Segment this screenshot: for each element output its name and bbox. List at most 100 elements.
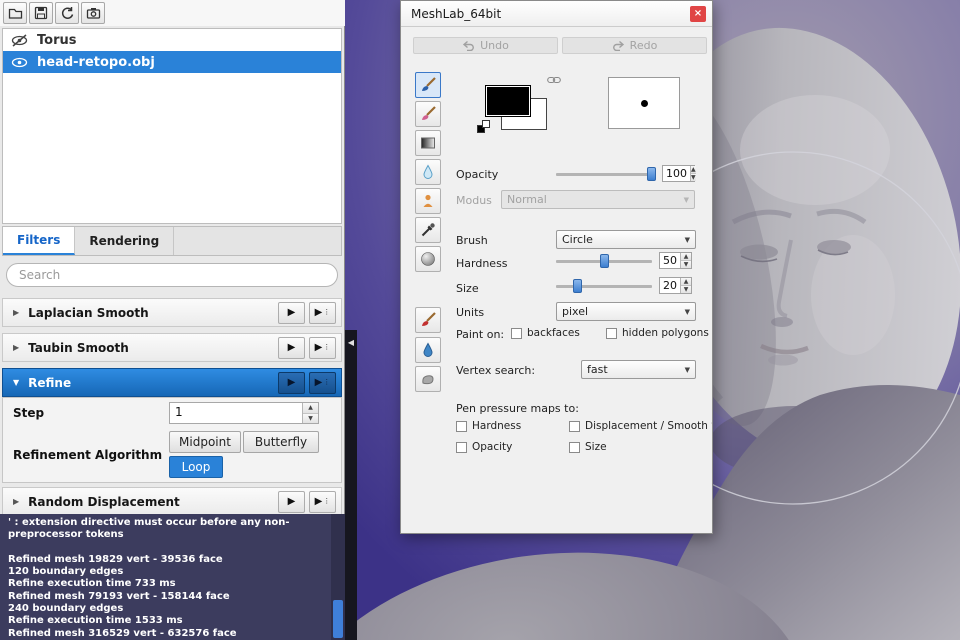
run-filter-options-button[interactable]: ▶ ⋮ xyxy=(309,336,336,359)
pen-opacity-checkbox[interactable] xyxy=(456,442,467,453)
spin-down-icon[interactable]: ▼ xyxy=(681,285,691,293)
pen-displacement-checkbox[interactable] xyxy=(569,421,580,432)
run-filter-button[interactable]: ▶ xyxy=(278,371,305,394)
eye-visible-icon[interactable] xyxy=(11,56,28,69)
filter-item-laplacian-smooth[interactable]: ▶ Laplacian Smooth ▶ ▶ ⋮ xyxy=(2,298,342,327)
snapshot-button[interactable] xyxy=(81,2,105,24)
pen-size-checkbox-label[interactable]: Size xyxy=(585,441,607,453)
panel-splitter[interactable]: ◀ xyxy=(345,330,357,640)
spin-up-icon[interactable]: ▲ xyxy=(681,253,691,260)
filter-item-random-displacement[interactable]: ▶ Random Displacement ▶ ▶ ⋮ xyxy=(2,487,342,516)
step-spinbox[interactable]: 1 ▲ ▼ xyxy=(169,402,319,424)
hidden-polygons-checkbox[interactable] xyxy=(606,328,617,339)
log-scrollbar[interactable] xyxy=(331,514,345,640)
layer-item-torus[interactable]: Torus xyxy=(3,29,341,51)
save-project-button[interactable] xyxy=(29,2,53,24)
run-filter-button[interactable]: ▶ xyxy=(278,301,305,324)
size-value[interactable]: 20 xyxy=(660,278,680,293)
run-filter-options-button[interactable]: ▶ ⋮ xyxy=(309,371,336,394)
tool-clone-smudge[interactable] xyxy=(415,366,441,392)
size-spinbox[interactable]: 20 ▲ ▼ xyxy=(659,277,692,294)
spin-up-icon[interactable]: ▲ xyxy=(303,403,318,413)
hardness-value[interactable]: 50 xyxy=(660,253,680,268)
spin-down-icon[interactable]: ▼ xyxy=(691,173,696,181)
algorithm-loop-button[interactable]: Loop xyxy=(169,456,223,478)
collapse-arrow-icon[interactable]: ▼ xyxy=(13,378,19,387)
hardness-label: Hardness xyxy=(456,257,508,270)
pen-hardness-checkbox[interactable] xyxy=(456,421,467,432)
tool-smooth-sphere[interactable] xyxy=(415,246,441,272)
eye-hidden-icon[interactable] xyxy=(11,33,28,47)
pen-hardness-checkbox-label[interactable]: Hardness xyxy=(472,420,521,432)
modus-dropdown[interactable]: Normal ▼ xyxy=(501,190,695,209)
slider-thumb[interactable] xyxy=(573,279,583,293)
refine-parameters-panel: Step 1 ▲ ▼ Refinement Algorithm Midpoint… xyxy=(2,397,342,483)
step-value[interactable]: 1 xyxy=(170,403,302,423)
backfaces-checkbox[interactable] xyxy=(511,328,522,339)
close-button[interactable]: × xyxy=(690,5,706,22)
slider-thumb[interactable] xyxy=(599,254,609,268)
layer-item-head-retopo[interactable]: head-retopo.obj xyxy=(3,51,341,73)
spin-down-icon[interactable]: ▼ xyxy=(681,260,691,268)
vertex-search-dropdown[interactable]: fast ▼ xyxy=(581,360,696,379)
pen-displacement-checkbox-label[interactable]: Displacement / Smooth % xyxy=(585,420,712,432)
tool-mesh-pull[interactable] xyxy=(415,188,441,214)
hardness-spinbox[interactable]: 50 ▲ ▼ xyxy=(659,252,692,269)
algorithm-midpoint-button[interactable]: Midpoint xyxy=(169,431,241,453)
spin-down-icon[interactable]: ▼ xyxy=(303,412,318,423)
expand-arrow-icon[interactable]: ▶ xyxy=(13,343,19,352)
redo-button[interactable]: Redo xyxy=(562,37,707,54)
brush-dropdown[interactable]: Circle ▼ xyxy=(556,230,696,249)
log-line: ' : extension directive must occur befor… xyxy=(8,517,290,541)
tool-decorate-brush[interactable] xyxy=(415,101,441,127)
dialog-titlebar[interactable]: MeshLab_64bit × xyxy=(401,1,712,27)
units-dropdown[interactable]: pixel ▼ xyxy=(556,302,696,321)
run-filter-button[interactable]: ▶ xyxy=(278,490,305,513)
open-project-button[interactable] xyxy=(3,2,27,24)
brush-dot xyxy=(640,99,648,107)
spinner-buttons[interactable]: ▲ ▼ xyxy=(680,253,691,268)
pen-size-checkbox[interactable] xyxy=(569,442,580,453)
filter-item-taubin-smooth[interactable]: ▶ Taubin Smooth ▶ ▶ ⋮ xyxy=(2,333,342,362)
run-filter-options-button[interactable]: ▶ ⋮ xyxy=(309,490,336,513)
link-colors-icon[interactable] xyxy=(547,75,561,85)
spinner-buttons[interactable]: ▲ ▼ xyxy=(690,166,696,181)
opacity-slider[interactable] xyxy=(556,166,656,182)
backfaces-checkbox-label[interactable]: backfaces xyxy=(527,327,580,339)
tool-water-drop[interactable] xyxy=(415,337,441,363)
opacity-value[interactable]: 100 xyxy=(663,166,690,181)
algorithm-butterfly-button[interactable]: Butterfly xyxy=(243,431,319,453)
slider-track xyxy=(556,173,656,176)
spinner-buttons[interactable]: ▲ ▼ xyxy=(302,403,318,423)
tool-water-droplet[interactable] xyxy=(415,159,441,185)
filter-item-refine[interactable]: ▼ Refine ▶ ▶ ⋮ xyxy=(2,368,342,397)
size-label: Size xyxy=(456,282,479,295)
tool-gradient[interactable] xyxy=(415,130,441,156)
tab-filters[interactable]: Filters xyxy=(3,227,76,255)
spin-up-icon[interactable]: ▲ xyxy=(691,166,696,173)
pen-opacity-checkbox-label[interactable]: Opacity xyxy=(472,441,512,453)
reload-button[interactable] xyxy=(55,2,79,24)
tool-sculpt-brush[interactable] xyxy=(415,307,441,333)
spinner-buttons[interactable]: ▲ ▼ xyxy=(680,278,691,293)
run-filter-button[interactable]: ▶ xyxy=(278,336,305,359)
swap-colors-icon[interactable] xyxy=(482,120,490,128)
tool-paint-brush[interactable] xyxy=(415,72,441,98)
hardness-slider[interactable] xyxy=(556,253,652,269)
foreground-color-swatch[interactable] xyxy=(485,85,531,117)
size-slider[interactable] xyxy=(556,278,652,294)
opacity-spinbox[interactable]: 100 ▲ ▼ xyxy=(662,165,696,182)
expand-arrow-icon[interactable]: ▶ xyxy=(13,497,19,506)
collapse-panel-icon[interactable]: ◀ xyxy=(348,338,354,640)
expand-arrow-icon[interactable]: ▶ xyxy=(13,308,19,317)
log-scrollbar-thumb[interactable] xyxy=(333,600,343,638)
run-filter-options-button[interactable]: ▶ ⋮ xyxy=(309,301,336,324)
tab-rendering[interactable]: Rendering xyxy=(75,227,175,255)
undo-button[interactable]: Undo xyxy=(413,37,558,54)
spin-up-icon[interactable]: ▲ xyxy=(681,278,691,285)
tool-color-picker[interactable] xyxy=(415,217,441,243)
search-input[interactable] xyxy=(6,263,338,287)
hidden-polygons-checkbox-label[interactable]: hidden polygons xyxy=(622,327,709,339)
slider-thumb[interactable] xyxy=(647,167,656,181)
units-label: Units xyxy=(456,306,485,319)
